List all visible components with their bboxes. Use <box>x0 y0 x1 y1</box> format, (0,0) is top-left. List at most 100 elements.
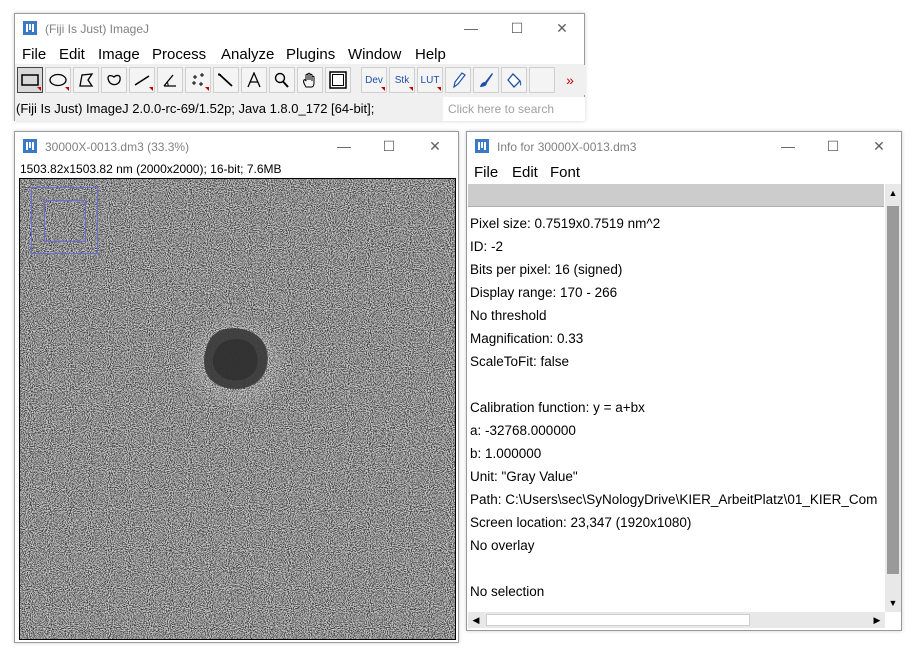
tool-bar: Dev Stk LUT » <box>15 65 586 95</box>
rectangle-tool[interactable] <box>17 67 43 93</box>
close-button[interactable]: ✕ <box>539 14 585 44</box>
info-line: No threshold <box>470 308 547 323</box>
info-lines: Pixel size: 0.7519x0.7519 nm^2 ID: -2 Bits… <box>470 212 877 603</box>
dev-label: Dev <box>365 74 383 86</box>
menu-process[interactable]: Process <box>152 46 206 63</box>
vertical-scroll-thumb[interactable] <box>887 206 899 574</box>
minimize-button[interactable]: — <box>448 14 494 44</box>
angle-tool[interactable] <box>157 67 183 93</box>
main-window-title: (Fiji Is Just) ImageJ <box>45 22 150 36</box>
scroll-up-icon[interactable]: ▲ <box>885 184 901 202</box>
info-menu-font[interactable]: Font <box>550 164 580 181</box>
info-window: Info for 30000X-0013.dm3 — ☐ ✕ File Edit… <box>466 131 902 631</box>
info-line: b: 1.000000 <box>470 446 542 461</box>
maximize-button[interactable]: ☐ <box>366 132 412 162</box>
flood-fill-tool[interactable] <box>501 67 527 93</box>
line-icon <box>134 75 150 86</box>
empty-tool-slot[interactable] <box>529 67 555 93</box>
paint-bucket-icon <box>507 73 522 88</box>
maximize-button[interactable]: ☐ <box>494 14 540 44</box>
info-window-title: Info for 30000X-0013.dm3 <box>497 140 637 154</box>
polygon-tool[interactable] <box>73 67 99 93</box>
submenu-marker <box>409 87 413 91</box>
pencil-tool[interactable] <box>445 67 471 93</box>
scroll-down-icon[interactable]: ▼ <box>885 594 901 612</box>
submenu-marker <box>149 87 153 91</box>
freehand-icon <box>107 74 121 86</box>
menu-image[interactable]: Image <box>98 46 140 63</box>
submenu-marker <box>37 87 41 91</box>
color-swatch-icon <box>329 71 347 89</box>
maximize-button[interactable]: ☐ <box>810 132 856 162</box>
stk-label: Stk <box>394 74 410 86</box>
image-canvas[interactable] <box>19 178 456 640</box>
close-button[interactable]: ✕ <box>412 132 458 162</box>
oval-icon <box>49 73 67 87</box>
info-line <box>470 557 877 580</box>
brush-icon <box>480 73 493 87</box>
info-titlebar[interactable]: Info for 30000X-0013.dm3 — ☐ ✕ <box>467 132 901 162</box>
freehand-tool[interactable] <box>101 67 127 93</box>
menu-file[interactable]: File <box>22 46 46 63</box>
magnifier-icon <box>274 72 289 88</box>
info-line: Magnification: 0.33 <box>470 331 584 346</box>
zoom-tool[interactable] <box>269 67 295 93</box>
dev-tool[interactable]: Dev <box>361 67 387 93</box>
hand-icon <box>303 72 315 88</box>
info-line: Calibration function: y = a+bx <box>470 400 645 415</box>
lut-tool[interactable]: LUT <box>417 67 443 93</box>
wand-icon <box>218 73 233 87</box>
minimize-button[interactable]: — <box>765 132 811 162</box>
rectangle-icon <box>21 74 39 86</box>
imagej-app-icon <box>23 21 37 35</box>
info-line <box>470 373 877 396</box>
info-line: a: -32768.000000 <box>470 423 576 438</box>
info-menu-file[interactable]: File <box>474 164 498 181</box>
main-titlebar[interactable]: (Fiji Is Just) ImageJ — ☐ ✕ <box>15 14 584 44</box>
scroll-right-icon[interactable]: ▶ <box>869 612 885 628</box>
more-tools-button[interactable]: » <box>557 67 583 93</box>
info-line: Screen location: 23,347 (1920x1080) <box>470 515 692 530</box>
info-line: ScaleToFit: false <box>470 354 570 369</box>
horizontal-scroll-thumb[interactable] <box>486 614 750 626</box>
imagej-main-window: (Fiji Is Just) ImageJ — ☐ ✕ File Edit Im… <box>14 13 586 121</box>
imagej-app-icon <box>23 139 37 153</box>
info-line: Bits per pixel: 16 (signed) <box>470 262 623 277</box>
info-line: No selection <box>470 584 545 599</box>
oval-tool[interactable] <box>45 67 71 93</box>
menu-analyze[interactable]: Analyze <box>221 46 274 63</box>
angle-icon <box>163 74 176 87</box>
menu-plugins[interactable]: Plugins <box>286 46 335 63</box>
info-menu-edit[interactable]: Edit <box>512 164 538 181</box>
info-text-area[interactable]: Pixel size: 0.7519x0.7519 nm^2 ID: -2 Bits… <box>468 184 884 612</box>
horizontal-scrollbar[interactable]: ◀ ▶ <box>468 612 885 628</box>
scroll-left-icon[interactable]: ◀ <box>468 612 484 628</box>
submenu-marker <box>437 87 441 91</box>
color-picker-tool[interactable] <box>325 67 351 93</box>
image-titlebar[interactable]: 30000X-0013.dm3 (33.3%) — ☐ ✕ <box>15 132 458 162</box>
wand-tool[interactable] <box>213 67 239 93</box>
brush-tool[interactable] <box>473 67 499 93</box>
status-text: (Fiji Is Just) ImageJ 2.0.0-rc-69/1.52p;… <box>16 101 375 116</box>
menu-edit[interactable]: Edit <box>59 46 85 63</box>
text-area-header <box>468 184 884 207</box>
polygon-icon <box>79 73 94 87</box>
menu-window[interactable]: Window <box>348 46 401 63</box>
info-line: ID: -2 <box>470 239 504 254</box>
navigator-view-box <box>44 200 86 242</box>
vertical-scrollbar[interactable]: ▲ ▼ <box>885 184 901 612</box>
point-icon <box>192 73 204 86</box>
info-line: No overlay <box>470 538 535 553</box>
lut-label: LUT <box>420 74 440 86</box>
menu-help[interactable]: Help <box>415 46 446 63</box>
close-button[interactable]: ✕ <box>856 132 902 162</box>
stk-tool[interactable]: Stk <box>389 67 415 93</box>
search-field[interactable]: Click here to search <box>443 97 585 121</box>
line-tool[interactable] <box>129 67 155 93</box>
scroll-tool[interactable] <box>297 67 323 93</box>
text-tool[interactable] <box>241 67 267 93</box>
info-line: Display range: 170 - 266 <box>470 285 618 300</box>
info-line: Path: C:\Users\sec\SyNologyDrive\KIER_Ar… <box>470 492 878 507</box>
minimize-button[interactable]: — <box>321 132 367 162</box>
multipoint-tool[interactable] <box>185 67 211 93</box>
